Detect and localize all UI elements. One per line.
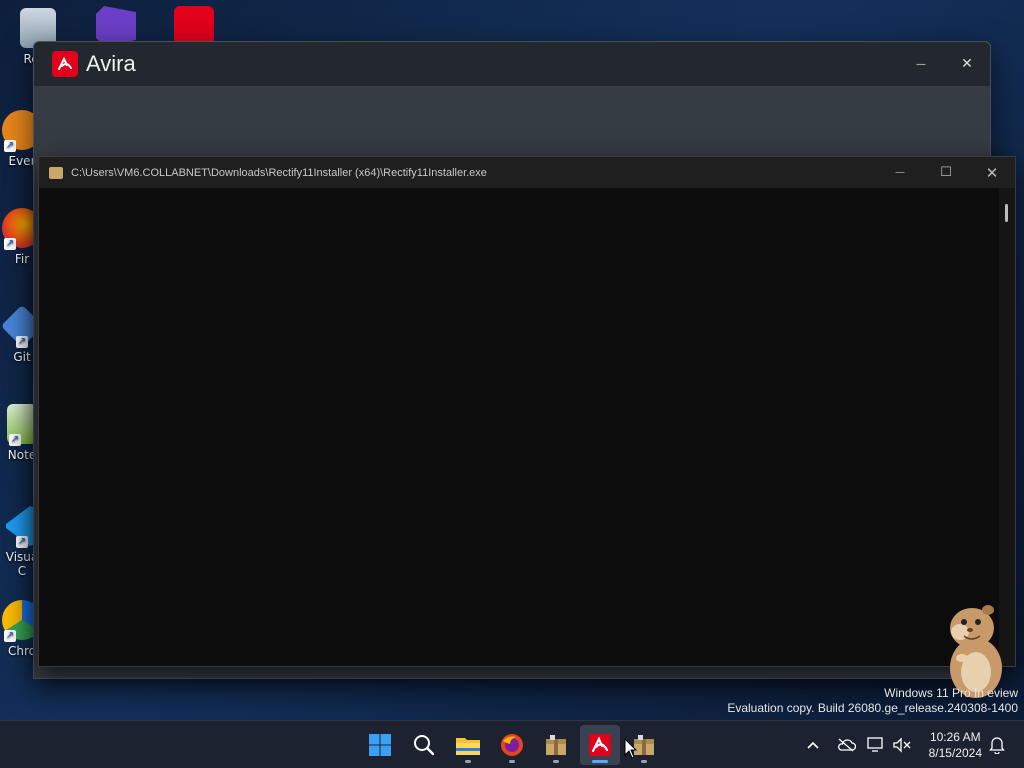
shortcut-arrow-icon: ↗ (4, 238, 16, 250)
taskbar-search-button[interactable] (404, 725, 444, 765)
shortcut-arrow-icon: ↗ (16, 536, 28, 548)
avira-window-title: Avira (86, 51, 136, 76)
shortcut-arrow-icon: ↗ (4, 630, 16, 642)
desktop-icon-label: Note (7, 448, 37, 462)
visual-studio-icon (96, 6, 136, 46)
chevron-up-icon (807, 741, 819, 749)
search-icon (414, 735, 435, 756)
hamster-sticker-image (950, 605, 1002, 698)
clock-time: 10:26 AM (929, 730, 981, 744)
tray-notifications-button[interactable] (986, 721, 1008, 768)
speaker-muted-icon (893, 737, 911, 753)
console-window-title: C:\Users\VM6.COLLABNET\Downloads\Rectify… (71, 166, 487, 179)
running-indicator (465, 760, 471, 763)
avira-logo-icon (52, 51, 78, 77)
mouse-cursor-icon (624, 738, 638, 759)
taskbar-start-button[interactable] (360, 725, 400, 765)
running-indicator (509, 760, 515, 763)
tray-network-button[interactable] (864, 721, 888, 768)
desktop-icon-label: C (17, 564, 27, 578)
shortcut-arrow-icon: ↗ (16, 336, 28, 348)
console-scrollbar[interactable] (999, 188, 1015, 666)
avira-icon (589, 734, 611, 756)
console-maximize-button[interactable]: ☐ (923, 157, 969, 188)
installer-icon (49, 166, 63, 179)
console-minimize-button[interactable]: — (877, 157, 923, 188)
taskbar-file-explorer-button[interactable] (448, 725, 488, 765)
installer-icon (546, 735, 566, 755)
scrollbar-thumb[interactable] (1005, 204, 1008, 222)
tray-onedrive-button[interactable] (834, 721, 858, 768)
avira-icon (174, 6, 214, 46)
taskbar-installer-button[interactable] (536, 725, 576, 765)
avira-minimize-button[interactable]: — (898, 42, 944, 86)
console-window[interactable]: C:\Users\VM6.COLLABNET\Downloads\Rectify… (38, 156, 1016, 667)
taskbar-avira-button[interactable] (580, 725, 620, 765)
file-explorer-icon (456, 738, 480, 755)
firefox-icon (501, 734, 523, 756)
desktop-icon-label: Git (13, 350, 31, 364)
cloud-offline-icon (838, 738, 856, 752)
taskbar-clock[interactable]: 10:26 AM 8/15/2024 (929, 729, 982, 761)
running-indicator (641, 760, 647, 763)
console-title-bar[interactable]: C:\Users\VM6.COLLABNET\Downloads\Rectify… (39, 157, 1015, 188)
tray-volume-button[interactable] (890, 721, 914, 768)
shortcut-arrow-icon: ↗ (4, 140, 16, 152)
desktop-icon-label: Ever (8, 154, 36, 168)
taskbar: 10:26 AM 8/15/2024 (0, 720, 1024, 768)
watermark-line-2: Evaluation copy. Build 26080.ge_release.… (727, 701, 1018, 715)
network-icon (867, 737, 883, 752)
windows-watermark: Windows 11 Pro In eview Evaluation copy.… (727, 686, 1018, 716)
taskbar-firefox-button[interactable] (492, 725, 532, 765)
tray-overflow-button[interactable] (802, 721, 824, 768)
desktop-icon-label: Chro (8, 644, 36, 658)
running-indicator (553, 760, 559, 763)
windows-start-icon (369, 734, 391, 756)
active-indicator (592, 760, 608, 763)
console-output-area[interactable] (39, 188, 1015, 666)
shortcut-arrow-icon: ↗ (9, 434, 21, 446)
avira-title-bar[interactable]: Avira — ✕ (34, 42, 990, 86)
bell-icon (989, 737, 1005, 754)
console-close-button[interactable]: ✕ (969, 157, 1015, 188)
clock-date: 8/15/2024 (928, 746, 982, 760)
avira-close-button[interactable]: ✕ (944, 42, 990, 86)
desktop-icon-label: Fir (14, 252, 30, 266)
watermark-line-1: Windows 11 Pro In eview (884, 686, 1018, 700)
